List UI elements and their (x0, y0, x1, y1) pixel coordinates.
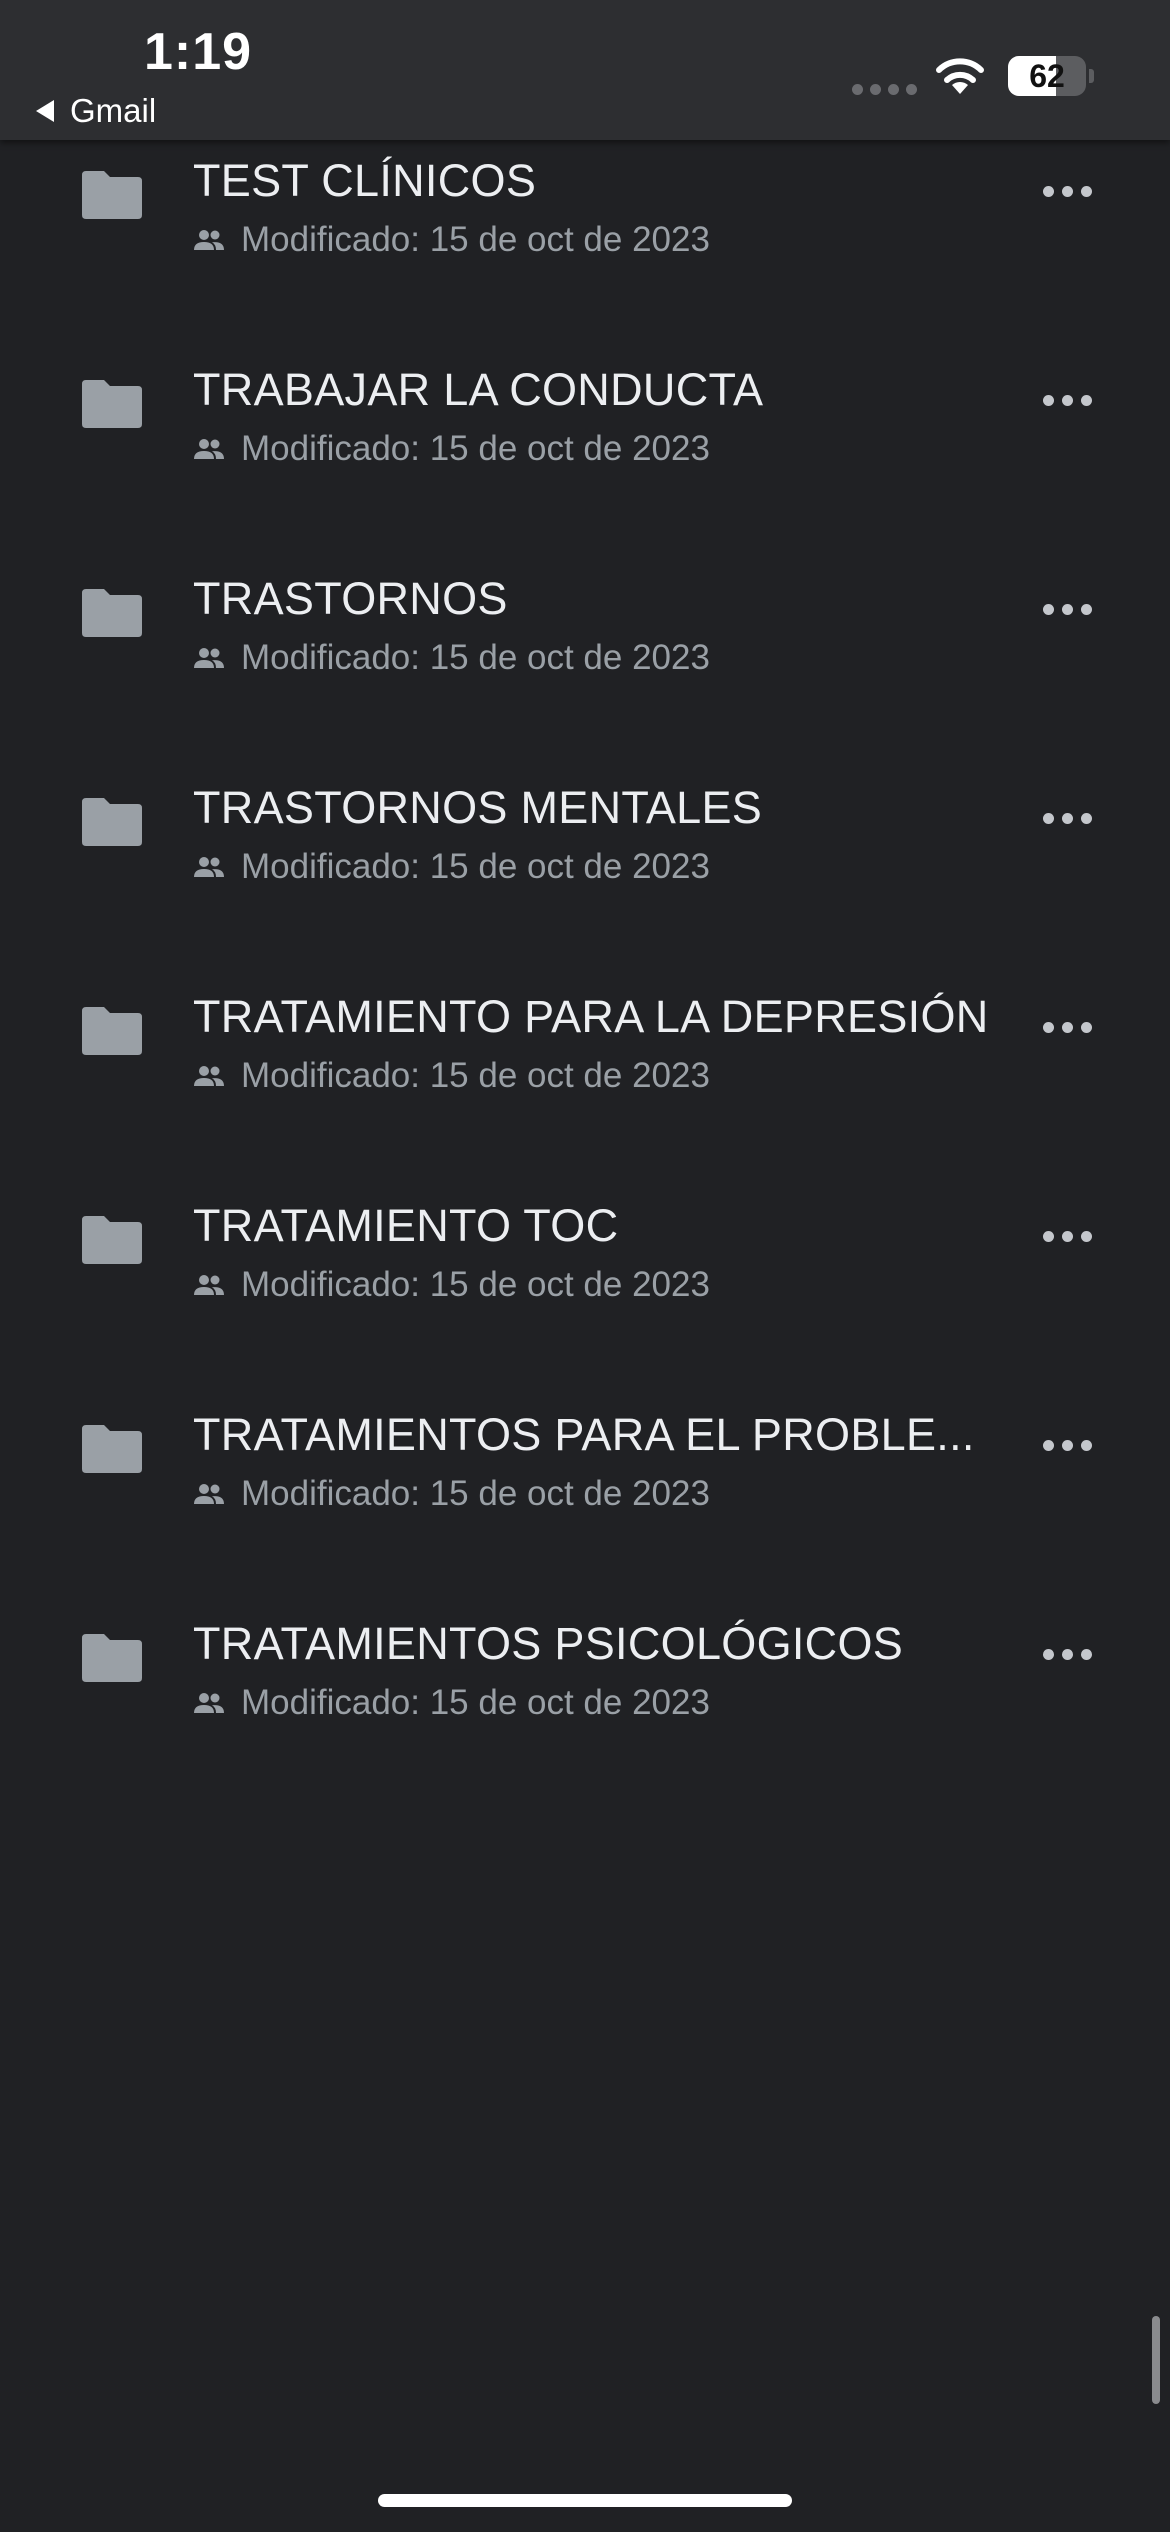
folder-title: TRABAJAR LA CONDUCTA (193, 364, 764, 415)
more-options-button[interactable] (1030, 584, 1104, 634)
folder-title: TRASTORNOS MENTALES (193, 782, 763, 833)
people-icon (194, 857, 224, 877)
folder-modified-label: Modificado: 15 de oct de 2023 (241, 638, 710, 677)
folder-row[interactable]: TRATAMIENTOS PSICOLÓGICOS Modificado: 15… (0, 1547, 1170, 1756)
people-icon (194, 439, 224, 459)
folder-modified: Modificado: 15 de oct de 2023 (193, 1683, 710, 1723)
back-app-label: Gmail (70, 92, 157, 129)
folder-modified-label: Modificado: 15 de oct de 2023 (241, 1474, 710, 1513)
folder-row[interactable]: TRASTORNOS MENTALES Modificado: 15 de oc… (0, 711, 1170, 920)
more-dot (1042, 812, 1054, 824)
more-options-button[interactable] (1030, 1420, 1104, 1470)
home-indicator[interactable] (378, 2494, 792, 2507)
folder-title: TRATAMIENTOS PSICOLÓGICOS (193, 1618, 904, 1669)
folder-modified: Modificado: 15 de oct de 2023 (193, 847, 710, 887)
folder-title: TRATAMIENTO PARA LA DEPRESIÓN (193, 991, 989, 1042)
more-dot (1061, 812, 1073, 824)
folder-modified-label: Modificado: 15 de oct de 2023 (241, 429, 710, 468)
more-dot (1061, 1648, 1073, 1660)
folder-modified-label: Modificado: 15 de oct de 2023 (241, 1683, 710, 1722)
more-dot (1061, 185, 1073, 197)
more-dot (1061, 1021, 1073, 1033)
people-icon (194, 1275, 224, 1295)
more-dot (1042, 1648, 1054, 1660)
screen: TERAPIA FAMILIAR Modificado: 15 de oct d… (0, 0, 1170, 2532)
more-dot (1042, 394, 1054, 406)
folder-icon (82, 798, 142, 846)
back-triangle-icon (36, 100, 54, 122)
more-options-button[interactable] (1030, 375, 1104, 425)
people-icon (194, 648, 224, 668)
people-icon (194, 1484, 224, 1504)
folder-title: TRATAMIENTOS PARA EL PROBLE... (193, 1409, 975, 1460)
folder-icon (82, 1425, 142, 1473)
folder-row[interactable]: TRABAJAR LA CONDUCTA Modificado: 15 de o… (0, 293, 1170, 502)
more-options-button[interactable] (1030, 1002, 1104, 1052)
folder-row[interactable]: TRATAMIENTOS PARA EL PROBLE... Modificad… (0, 1338, 1170, 1547)
wifi-icon (936, 58, 984, 94)
folder-row[interactable]: TRATAMIENTO TOC Modificado: 15 de oct de… (0, 1129, 1170, 1338)
more-dot (1080, 1439, 1092, 1451)
more-options-button[interactable] (1030, 793, 1104, 843)
people-icon (194, 230, 224, 250)
back-to-app-button[interactable]: Gmail (36, 92, 156, 130)
scrollbar[interactable] (1152, 2316, 1160, 2404)
folder-title: TRATAMIENTO TOC (193, 1200, 619, 1251)
folder-modified-label: Modificado: 15 de oct de 2023 (241, 220, 710, 259)
battery-percent: 62 (1029, 58, 1065, 94)
more-options-button[interactable] (1030, 1629, 1104, 1679)
more-dot (1042, 1230, 1054, 1242)
more-dot (1080, 1230, 1092, 1242)
folder-icon (82, 380, 142, 428)
folder-icon (82, 171, 142, 219)
more-dot (1061, 1230, 1073, 1242)
more-options-button[interactable] (1030, 166, 1104, 216)
people-icon (194, 1693, 224, 1713)
folder-icon (82, 1007, 142, 1055)
folder-modified: Modificado: 15 de oct de 2023 (193, 638, 710, 678)
cellular-signal-icon (852, 84, 917, 95)
folder-title: TEST CLÍNICOS (193, 155, 537, 206)
more-dot (1042, 1439, 1054, 1451)
more-dot (1061, 1439, 1073, 1451)
folder-icon (82, 1634, 142, 1682)
more-dot (1042, 603, 1054, 615)
more-dot (1061, 394, 1073, 406)
folder-icon (82, 1216, 142, 1264)
more-dot (1061, 603, 1073, 615)
status-time: 1:19 (144, 23, 253, 81)
more-options-button[interactable] (1030, 1211, 1104, 1261)
battery-icon: 62 (1008, 56, 1086, 96)
more-dot (1042, 185, 1054, 197)
more-dot (1080, 1021, 1092, 1033)
more-dot (1080, 812, 1092, 824)
folder-modified-label: Modificado: 15 de oct de 2023 (241, 847, 710, 886)
folder-modified-label: Modificado: 15 de oct de 2023 (241, 1056, 710, 1095)
more-dot (1080, 394, 1092, 406)
more-dot (1042, 1021, 1054, 1033)
people-icon (194, 1066, 224, 1086)
folder-modified: Modificado: 15 de oct de 2023 (193, 429, 710, 469)
folder-title: TRASTORNOS (193, 573, 508, 624)
folder-modified-label: Modificado: 15 de oct de 2023 (241, 1265, 710, 1304)
status-bar: 1:19 Gmail 62 (0, 0, 1170, 140)
more-dot (1080, 603, 1092, 615)
folder-row[interactable]: TRASTORNOS Modificado: 15 de oct de 2023 (0, 502, 1170, 711)
folder-modified: Modificado: 15 de oct de 2023 (193, 1056, 710, 1096)
folder-modified: Modificado: 15 de oct de 2023 (193, 1265, 710, 1305)
folder-row[interactable]: TRATAMIENTO PARA LA DEPRESIÓN Modificado… (0, 920, 1170, 1129)
folder-icon (82, 589, 142, 637)
folder-modified: Modificado: 15 de oct de 2023 (193, 1474, 710, 1514)
battery-tip (1089, 69, 1094, 83)
more-dot (1080, 1648, 1092, 1660)
folder-modified: Modificado: 15 de oct de 2023 (193, 220, 710, 260)
more-dot (1080, 185, 1092, 197)
